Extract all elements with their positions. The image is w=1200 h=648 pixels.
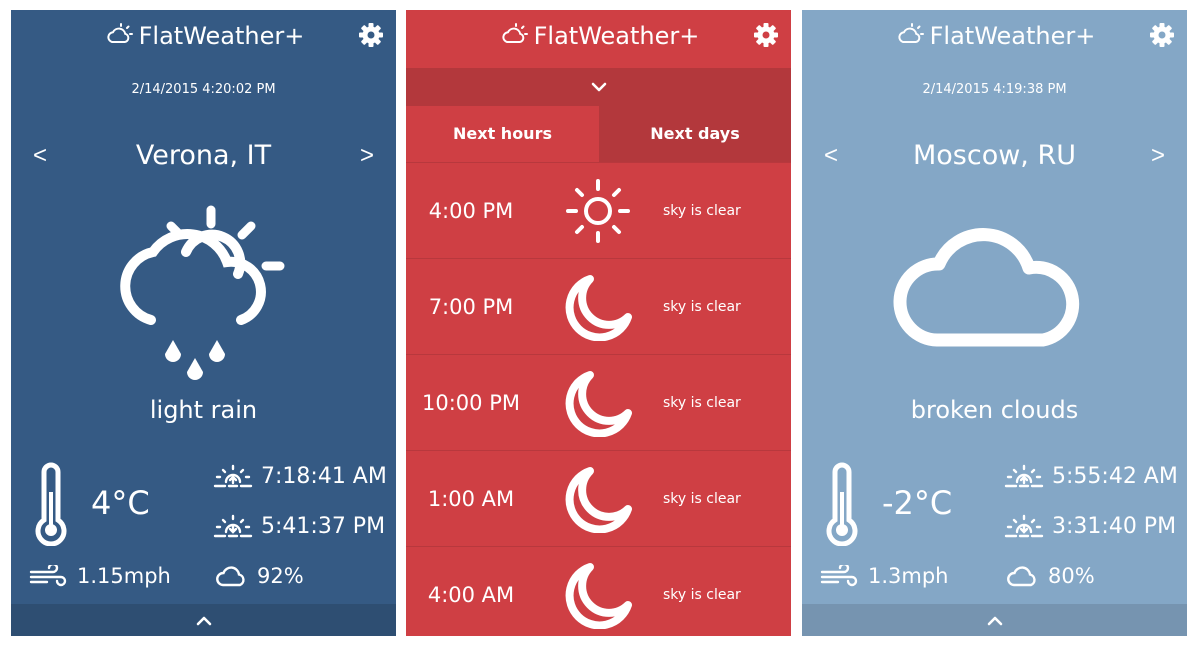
weather-condition: light rain — [149, 396, 258, 424]
forecast-description: sky is clear — [663, 299, 741, 315]
collapse-forecast-button[interactable] — [406, 68, 791, 106]
app-title-text: FlatWeather+ — [138, 22, 305, 50]
cloudiness-value: 92% — [257, 564, 304, 588]
forecast-time: 10:00 PM — [422, 391, 520, 415]
chevron-up-icon — [987, 616, 1003, 626]
app-logo-icon — [103, 22, 133, 50]
sunset-time: 5:41:37 PM — [261, 513, 386, 539]
cloud-icon — [1006, 565, 1040, 587]
app-title: FlatWeather+ — [802, 22, 1187, 50]
settings-gear-icon[interactable] — [753, 22, 779, 48]
forecast-time: 4:00 AM — [427, 583, 515, 607]
thermometer-icon — [820, 462, 864, 546]
sunset-row: 5:41:37 PM — [211, 512, 385, 540]
wind-speed: 1.3mph — [868, 564, 949, 588]
moon-icon — [560, 273, 636, 341]
next-city-button[interactable]: > — [1143, 136, 1173, 176]
forecast-time: 4:00 PM — [428, 199, 514, 223]
moon-icon — [560, 561, 636, 629]
wind-icon — [820, 565, 860, 587]
settings-gear-icon[interactable] — [1149, 22, 1175, 48]
cloudiness-value: 80% — [1048, 564, 1095, 588]
next-city-button[interactable]: > — [352, 136, 382, 176]
sunrise-icon — [1002, 462, 1046, 490]
cloudiness-row: 92% — [215, 564, 304, 588]
datetime: 2/14/2015 4:19:38 PM — [922, 82, 1067, 97]
sunrise-row: 5:55:42 AM — [1002, 462, 1178, 490]
app-logo-icon — [498, 22, 528, 50]
sunrise-row: 7:18:41 AM — [211, 462, 387, 490]
forecast-time: 7:00 PM — [428, 295, 514, 319]
sunset-icon — [1002, 512, 1046, 540]
app-title-text: FlatWeather+ — [929, 22, 1096, 50]
app-logo-icon — [894, 22, 924, 50]
chevron-up-icon — [196, 616, 212, 626]
tab-next-hours[interactable]: Next hours — [406, 106, 599, 162]
datetime: 2/14/2015 4:20:02 PM — [131, 82, 276, 97]
city-name: Moscow, RU — [912, 140, 1076, 171]
sunrise-time: 5:55:42 AM — [1052, 463, 1178, 489]
hourly-forecast-row: 7:00 PM sky is clear — [406, 258, 791, 354]
forecast-description: sky is clear — [663, 587, 741, 603]
city-name: Verona, IT — [135, 140, 272, 171]
sunset-time: 3:31:40 PM — [1052, 513, 1177, 539]
chevron-down-icon — [591, 82, 607, 92]
forecast-description: sky is clear — [663, 395, 741, 411]
temperature: -2°C — [882, 484, 953, 522]
rain-partly-sunny-icon — [120, 205, 285, 380]
app-title: FlatWeather+ — [406, 22, 791, 50]
cloud-icon — [215, 565, 249, 587]
sunset-icon — [211, 512, 255, 540]
forecast-description: sky is clear — [663, 203, 741, 219]
moon-icon — [560, 465, 636, 533]
wind-row: 1.3mph — [820, 564, 949, 588]
tab-next-days[interactable]: Next days — [599, 106, 791, 162]
expand-forecast-button[interactable] — [802, 604, 1187, 636]
hourly-forecast-row: 10:00 PM sky is clear — [406, 354, 791, 450]
cloud-icon — [893, 228, 1080, 347]
city-selector: < Moscow, RU > — [802, 136, 1187, 176]
forecast-tabs: Next hours Next days — [406, 106, 791, 162]
sunrise-icon — [211, 462, 255, 490]
sunset-row: 3:31:40 PM — [1002, 512, 1176, 540]
weather-panel-verona: FlatWeather+ 2/14/2015 4:20:02 PM < Vero… — [11, 10, 396, 636]
app-title: FlatWeather+ — [11, 22, 396, 50]
expand-forecast-button[interactable] — [11, 604, 396, 636]
hourly-forecast-row: 1:00 AM sky is clear — [406, 450, 791, 546]
settings-gear-icon[interactable] — [358, 22, 384, 48]
sun-icon — [560, 177, 636, 245]
forecast-description: sky is clear — [663, 491, 741, 507]
forecast-time: 1:00 AM — [427, 487, 515, 511]
weather-panel-moscow: FlatWeather+ 2/14/2015 4:19:38 PM < Mosc… — [802, 10, 1187, 636]
sunrise-time: 7:18:41 AM — [261, 463, 387, 489]
temperature: 4°C — [91, 484, 150, 522]
hourly-forecast-row: 4:00 AM sky is clear — [406, 546, 791, 636]
wind-speed: 1.15mph — [77, 564, 171, 588]
cloudiness-row: 80% — [1006, 564, 1095, 588]
weather-condition: broken clouds — [910, 396, 1079, 424]
thermometer-icon — [29, 462, 73, 546]
moon-icon — [560, 369, 636, 437]
forecast-panel: FlatWeather+ Next hours Next days 4:00 P… — [406, 10, 791, 636]
city-selector: < Verona, IT > — [11, 136, 396, 176]
wind-icon — [29, 565, 69, 587]
hourly-forecast-row: 4:00 PM sky is clear — [406, 162, 791, 258]
app-title-text: FlatWeather+ — [533, 22, 700, 50]
wind-row: 1.15mph — [29, 564, 171, 588]
